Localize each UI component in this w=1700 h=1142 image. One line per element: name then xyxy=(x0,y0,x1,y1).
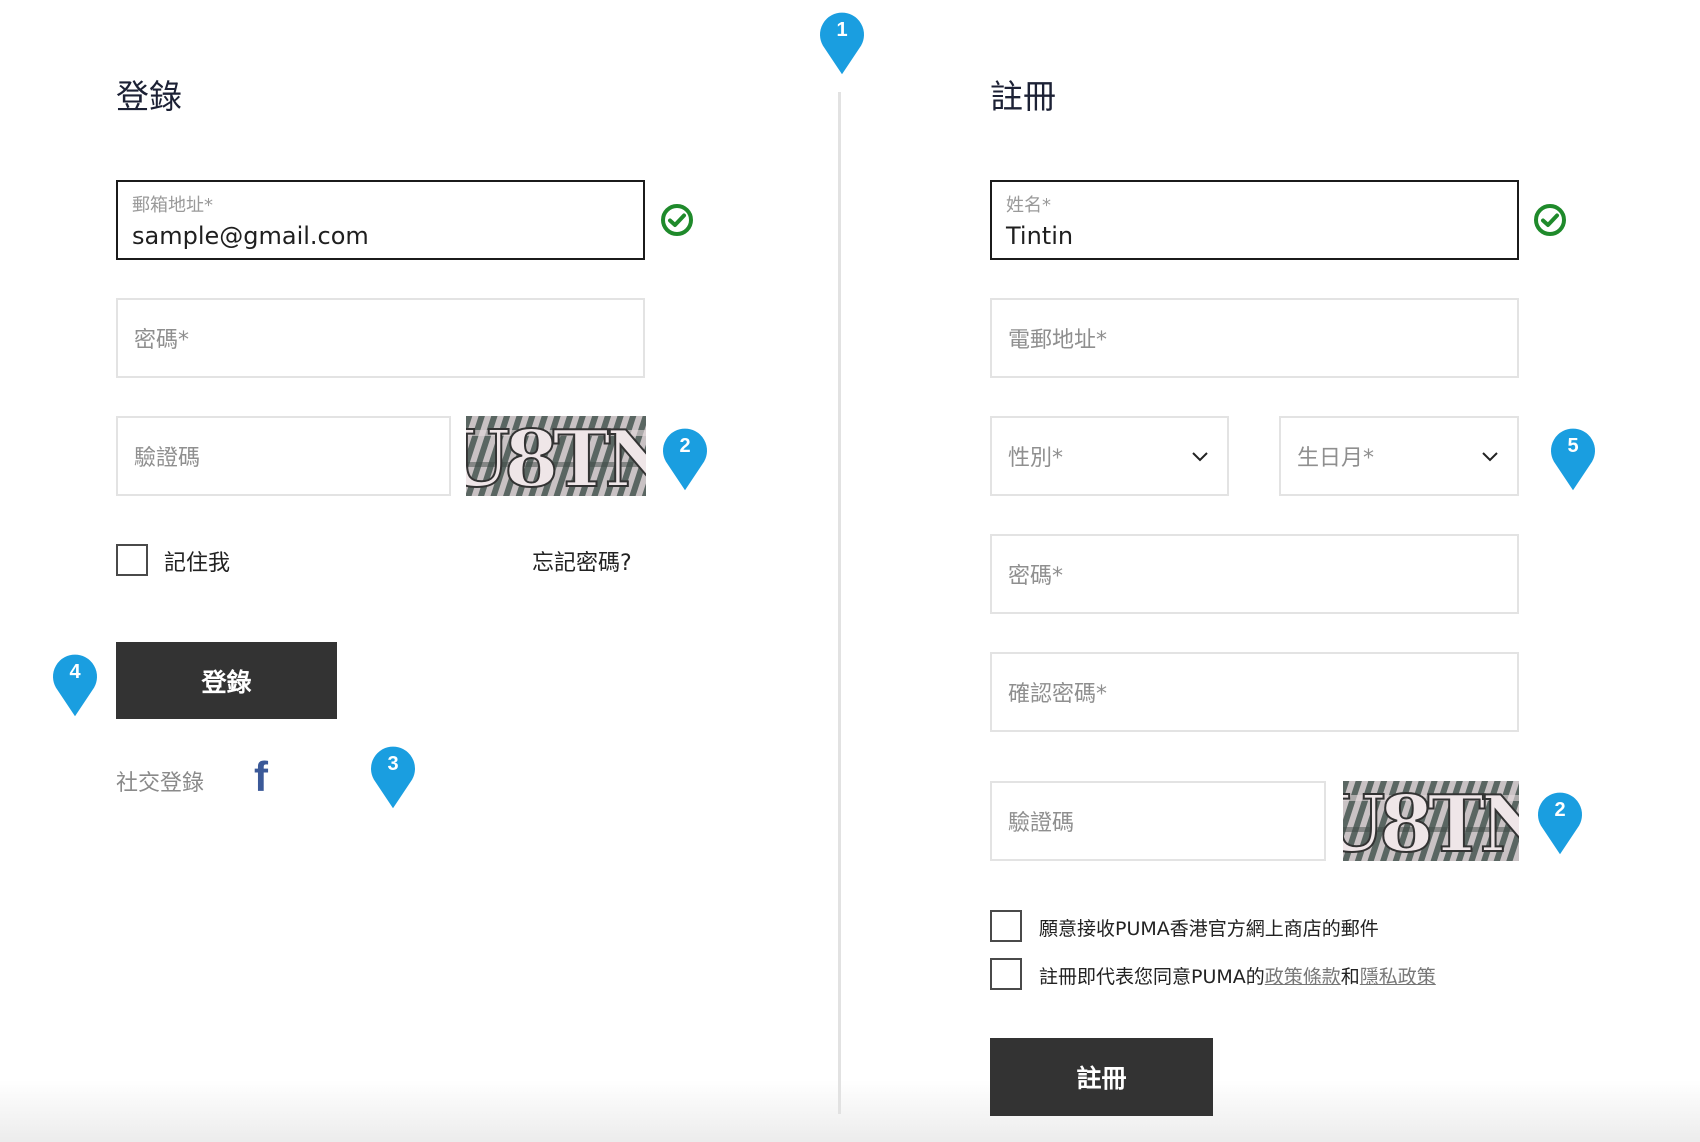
annotation-number: 2 xyxy=(1554,799,1566,821)
annotation-number: 1 xyxy=(836,19,848,41)
login-captcha-placeholder: 驗證碼 xyxy=(134,446,201,471)
facebook-icon[interactable]: f xyxy=(254,753,268,801)
chevron-down-icon xyxy=(1482,452,1498,462)
login-captcha-field[interactable]: 驗證碼 xyxy=(116,416,451,496)
register-password-placeholder: 密碼* xyxy=(1008,564,1064,589)
register-captcha-field[interactable]: 驗證碼 xyxy=(990,781,1326,861)
annotation-pin-5: 5 xyxy=(1546,426,1600,496)
register-password-field[interactable]: 密碼* xyxy=(990,534,1519,614)
check-circle-icon xyxy=(1534,204,1566,236)
annotation-pin-1: 1 xyxy=(815,10,869,80)
annotation-number: 5 xyxy=(1567,435,1579,457)
remember-me-checkbox[interactable] xyxy=(116,544,148,576)
annotation-number: 2 xyxy=(679,435,691,457)
login-captcha-text: U8TN xyxy=(466,416,646,496)
annotation-number: 3 xyxy=(387,753,399,775)
register-button[interactable]: 註冊 xyxy=(990,1038,1213,1116)
gender-placeholder: 性別* xyxy=(1008,446,1064,471)
bottom-shade xyxy=(0,1080,1700,1142)
login-email-value: sample@gmail.com xyxy=(132,222,369,250)
check-circle-icon xyxy=(661,204,693,236)
newsletter-label: 願意接收PUMA香港官方網上商店的郵件 xyxy=(1039,918,1379,940)
confirm-password-placeholder: 確認密碼* xyxy=(1008,682,1108,707)
confirm-password-field[interactable]: 確認密碼* xyxy=(990,652,1519,732)
column-divider xyxy=(838,92,841,1114)
register-name-value: Tintin xyxy=(1006,222,1074,250)
register-name-label: 姓名* xyxy=(1006,195,1051,216)
birth-month-placeholder: 生日月* xyxy=(1297,446,1375,471)
login-title: 登錄 xyxy=(116,77,182,116)
login-password-field[interactable]: 密碼* xyxy=(116,298,645,378)
birth-month-select[interactable]: 生日月* xyxy=(1279,416,1519,496)
policy-terms-link[interactable]: 政策條款 xyxy=(1265,966,1341,988)
register-captcha-placeholder: 驗證碼 xyxy=(1008,811,1075,836)
newsletter-checkbox[interactable] xyxy=(990,910,1022,942)
annotation-pin-2-register: 2 xyxy=(1533,790,1587,860)
terms-text: 註冊即代表您同意PUMA的政策條款和隱私政策 xyxy=(1039,962,1436,989)
social-login-label: 社交登錄 xyxy=(116,771,205,796)
register-name-field[interactable]: 姓名* Tintin xyxy=(990,180,1519,260)
login-button[interactable]: 登錄 xyxy=(116,642,337,719)
annotation-number: 4 xyxy=(69,661,81,683)
terms-prefix: 註冊即代表您同意PUMA的 xyxy=(1039,966,1265,988)
register-captcha-text: U8TN xyxy=(1343,781,1519,861)
register-title: 註冊 xyxy=(990,77,1056,116)
terms-checkbox[interactable] xyxy=(990,958,1022,990)
annotation-pin-2-login: 2 xyxy=(658,426,712,496)
terms-and: 和 xyxy=(1340,966,1360,988)
register-email-field[interactable]: 電郵地址* xyxy=(990,298,1519,378)
forgot-password-link[interactable]: 忘記密碼? xyxy=(532,545,632,577)
annotation-pin-3: 3 xyxy=(366,744,420,814)
login-email-label: 郵箱地址* xyxy=(132,195,213,216)
register-email-placeholder: 電郵地址* xyxy=(1008,328,1108,353)
gender-select[interactable]: 性別* xyxy=(990,416,1229,496)
login-captcha-image[interactable]: U8TN xyxy=(466,416,646,496)
login-password-placeholder: 密碼* xyxy=(134,328,190,353)
remember-me-label: 記住我 xyxy=(164,551,231,576)
privacy-policy-link[interactable]: 隱私政策 xyxy=(1360,966,1436,988)
annotation-pin-4: 4 xyxy=(48,652,102,722)
chevron-down-icon xyxy=(1192,452,1208,462)
login-email-field[interactable]: 郵箱地址* sample@gmail.com xyxy=(116,180,645,260)
register-captcha-image[interactable]: U8TN xyxy=(1343,781,1519,861)
